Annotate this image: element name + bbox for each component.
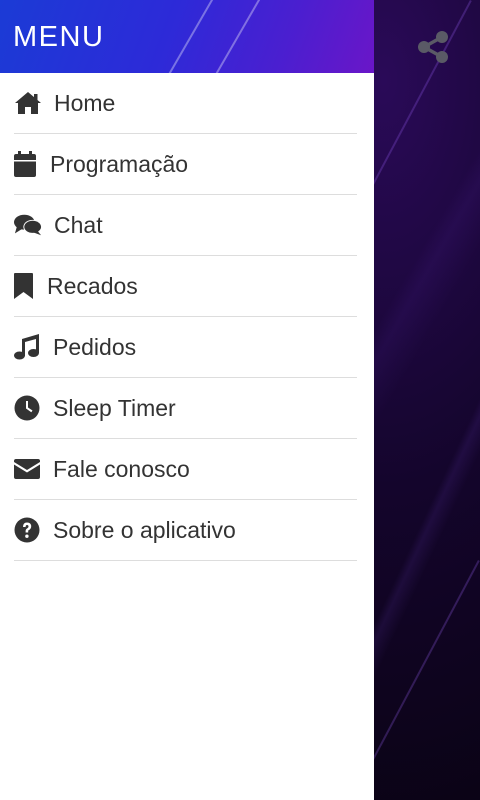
menu-item-chat[interactable]: Chat xyxy=(14,195,357,256)
menu-item-label: Recados xyxy=(47,273,138,299)
navigation-drawer: MENU Home Programação Chat Recados Pedid… xyxy=(0,0,374,800)
menu-item-programacao[interactable]: Programação xyxy=(14,134,357,195)
drawer-header: MENU xyxy=(0,0,374,73)
menu-item-pedidos[interactable]: Pedidos xyxy=(14,317,357,378)
menu-item-sobre[interactable]: Sobre o aplicativo xyxy=(14,500,357,561)
menu-item-label: Sobre o aplicativo xyxy=(53,517,236,543)
menu-item-label: Sleep Timer xyxy=(53,395,176,421)
menu-list: Home Programação Chat Recados Pedidos Sl… xyxy=(0,73,374,561)
menu-item-label: Programação xyxy=(50,151,189,177)
header-streak xyxy=(204,0,262,73)
menu-item-label: Fale conosco xyxy=(53,456,190,482)
bookmark-icon xyxy=(14,272,35,300)
calendar-icon xyxy=(14,150,38,178)
question-circle-icon xyxy=(14,516,41,544)
menu-item-fale-conosco[interactable]: Fale conosco xyxy=(14,439,357,500)
menu-item-sleep-timer[interactable]: Sleep Timer xyxy=(14,378,357,439)
chat-icon xyxy=(14,211,42,239)
menu-item-label: Home xyxy=(54,90,116,116)
share-icon xyxy=(418,31,448,63)
menu-item-home[interactable]: Home xyxy=(14,73,357,134)
menu-item-label: Chat xyxy=(54,212,103,238)
menu-item-recados[interactable]: Recados xyxy=(14,256,357,317)
clock-icon xyxy=(14,394,41,422)
app-screen: MENU Home Programação Chat Recados Pedid… xyxy=(0,0,480,800)
music-note-icon xyxy=(14,333,41,361)
home-icon xyxy=(14,89,42,117)
drawer-title: MENU xyxy=(13,21,105,53)
header-streak xyxy=(157,0,215,73)
share-button[interactable] xyxy=(412,26,454,68)
background-streak xyxy=(365,560,480,773)
envelope-icon xyxy=(14,455,41,483)
menu-item-label: Pedidos xyxy=(53,334,137,360)
